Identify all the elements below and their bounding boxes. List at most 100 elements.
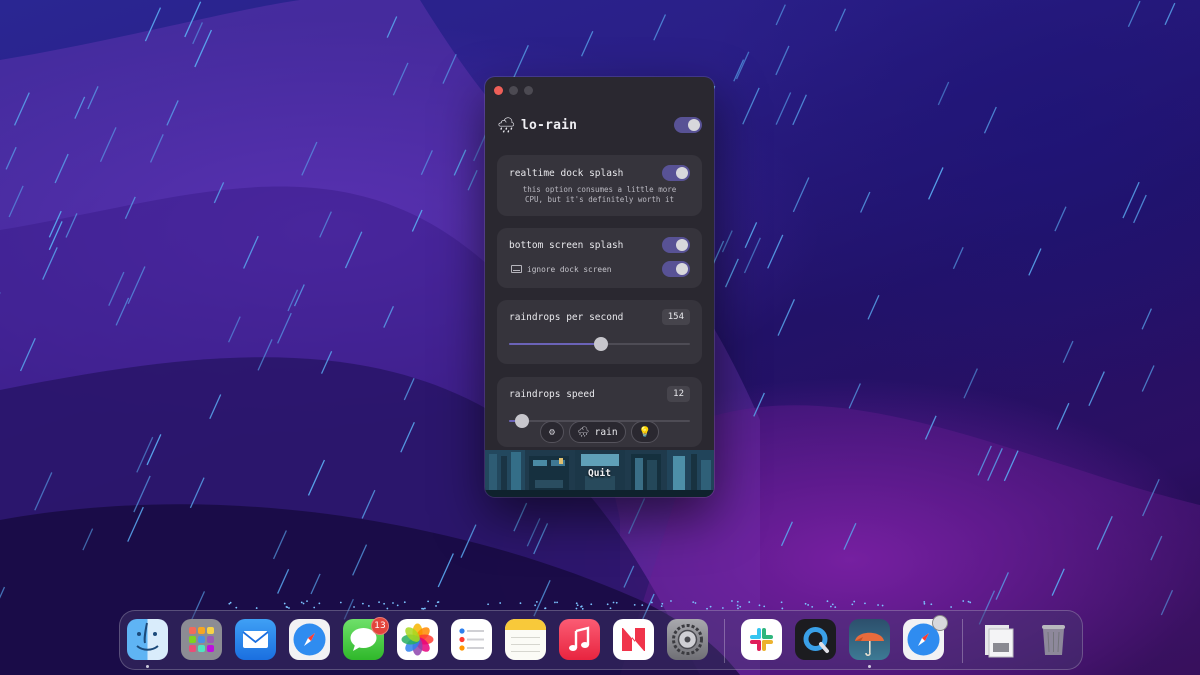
safari-web-app-icon[interactable] (903, 615, 948, 660)
trash-icon[interactable] (1033, 619, 1074, 660)
splash-droplet (650, 601, 653, 604)
minimize-button[interactable] (509, 86, 518, 95)
app-header: 🌧 lo-rain (497, 114, 702, 136)
raindrop (287, 289, 299, 312)
raindrop (1133, 194, 1147, 224)
raindrops-per-second-slider[interactable] (509, 337, 690, 351)
raindrop (344, 231, 363, 269)
raindrop (1062, 340, 1074, 363)
photos-icon[interactable] (397, 619, 438, 660)
news-icon[interactable] (613, 619, 654, 660)
splash-droplet (736, 600, 739, 603)
raindrop (228, 316, 241, 343)
splash-droplet (660, 605, 663, 608)
lo-rain-window: 🌧 lo-rain realtime dock splash this opti… (485, 77, 714, 497)
raindrop (0, 586, 6, 599)
raindrop (99, 127, 117, 163)
raindrop (209, 394, 222, 419)
raindrops-speed-label: raindrops speed (509, 388, 595, 400)
raindrop (277, 312, 292, 344)
messages-icon[interactable]: 13 (343, 617, 389, 660)
quit-button[interactable]: Quit (485, 468, 714, 479)
raindrop (775, 92, 792, 125)
finder-icon[interactable] (127, 619, 168, 660)
splash-droplet (339, 601, 342, 604)
raindrop (442, 54, 457, 84)
raindrop (1164, 2, 1176, 26)
splash-droplet (313, 606, 316, 609)
raindrop (843, 522, 857, 550)
raindrop (194, 29, 213, 68)
raindrop (189, 477, 205, 509)
splash-droplet (930, 603, 933, 606)
raindrop (437, 553, 454, 588)
slider-thumb[interactable] (594, 337, 609, 351)
raindrop (352, 544, 368, 576)
splash-droplet (829, 605, 832, 608)
raindrop (848, 383, 861, 409)
raindrop (983, 106, 997, 134)
finder-running-dot (146, 665, 149, 668)
raindrop (386, 16, 398, 38)
realtime-dock-splash-toggle[interactable] (662, 165, 690, 181)
splash-droplet (300, 601, 303, 604)
raindrop (724, 258, 739, 288)
bottom-screen-splash-toggle[interactable] (662, 237, 690, 253)
bottom-tab-bar: ⚙ 🌧 rain 💡 (485, 421, 714, 443)
raindrop (628, 498, 646, 534)
raindrop (54, 153, 69, 184)
splash-droplet (721, 607, 724, 609)
raindrop (1028, 248, 1042, 276)
mail-icon[interactable] (235, 619, 276, 660)
zoom-button[interactable] (524, 86, 533, 95)
ignore-dock-screen-label: ignore dock screen (527, 264, 612, 274)
raindrop (513, 502, 528, 532)
splash-droplet (831, 603, 834, 606)
raindrop (1141, 308, 1152, 330)
raindrop (623, 565, 635, 588)
monitor-icon (511, 265, 522, 273)
raindrop (580, 30, 594, 57)
close-button[interactable] (494, 86, 503, 95)
raindrop (1160, 589, 1174, 616)
dock-separator (724, 619, 725, 663)
raindrop (8, 185, 24, 218)
tab-rain[interactable]: 🌧 rain (568, 421, 626, 443)
splash-droplet (283, 602, 286, 605)
raindrop (277, 568, 290, 594)
launchpad-icon[interactable] (181, 619, 222, 660)
tab-ideas[interactable]: 💡 (630, 421, 660, 443)
ignore-dock-screen-toggle[interactable] (662, 261, 690, 277)
splash-droplet (590, 603, 593, 606)
downloads-folder-icon[interactable] (979, 619, 1020, 660)
raindrop (952, 246, 964, 270)
raindrop (361, 489, 376, 519)
music-icon[interactable] (559, 619, 600, 660)
lo-rain-running-dot (868, 665, 871, 668)
splash-droplet (554, 601, 556, 604)
tab-settings[interactable]: ⚙ (539, 421, 564, 443)
notes-icon[interactable] (505, 619, 546, 660)
raindrop (13, 92, 30, 126)
splash-droplet (229, 601, 232, 604)
splash-droplet (877, 604, 879, 606)
system-settings-icon[interactable] (667, 619, 708, 660)
raindrop (48, 210, 62, 238)
splash-droplet (302, 602, 305, 605)
app-enabled-toggle[interactable] (674, 117, 702, 133)
raindrop (780, 521, 793, 547)
raindrops-per-second-card: raindrops per second 154 (497, 300, 702, 364)
reminders-icon[interactable] (451, 619, 492, 660)
slack-icon[interactable] (741, 619, 782, 660)
splash-droplet (576, 604, 579, 607)
safari-icon[interactable] (289, 619, 330, 660)
raindrop (74, 96, 86, 119)
cloud-rain-icon: 🌧 (576, 426, 590, 438)
splash-droplet (864, 602, 866, 605)
splash-droplet (950, 606, 953, 608)
splash-droplet (575, 602, 578, 605)
lo-rain-dock-icon[interactable] (849, 619, 890, 660)
raindrop (1088, 371, 1105, 407)
quicktime-icon[interactable] (795, 619, 836, 660)
raindrop (995, 572, 1009, 600)
